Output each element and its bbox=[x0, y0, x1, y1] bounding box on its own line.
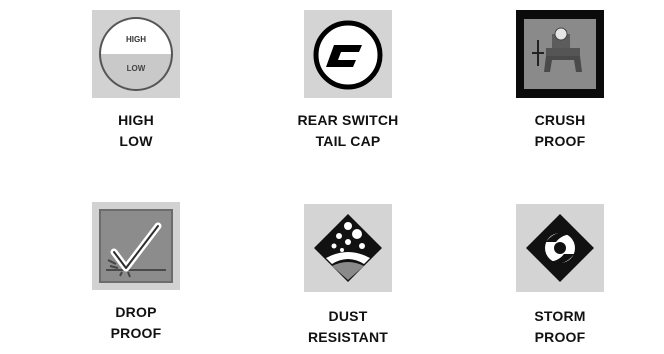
crush-proof-icon bbox=[516, 10, 604, 98]
label-line-1: DUST bbox=[328, 308, 368, 324]
drop-proof-tile bbox=[92, 202, 180, 290]
dust-resistant-tile bbox=[304, 204, 392, 292]
icon-high-text: HIGH bbox=[126, 35, 146, 44]
high-low-label: HIGH LOW bbox=[56, 110, 216, 152]
label-line-1: STORM bbox=[534, 308, 586, 324]
high-low-tile: HIGH LOW bbox=[92, 10, 180, 98]
rear-switch-label: REAR SWITCH TAIL CAP bbox=[268, 110, 428, 152]
storm-proof-icon bbox=[516, 204, 604, 292]
label-line-2: LOW bbox=[119, 133, 153, 149]
label-line-1: REAR SWITCH bbox=[297, 112, 399, 128]
dust-resistant-icon bbox=[304, 204, 392, 292]
icon-low-text: LOW bbox=[127, 64, 146, 73]
dust-resistant-label: DUST RESISTANT bbox=[268, 306, 428, 348]
label-line-1: HIGH bbox=[118, 112, 154, 128]
label-line-2: PROOF bbox=[534, 329, 586, 345]
label-line-2: TAIL CAP bbox=[315, 133, 381, 149]
crush-proof-label: CRUSH PROOF bbox=[480, 110, 640, 152]
drop-proof-label: DROP PROOF bbox=[56, 302, 216, 344]
label-line-2: RESISTANT bbox=[307, 329, 389, 345]
drop-proof-icon bbox=[92, 202, 180, 290]
rear-switch-tile bbox=[304, 10, 392, 98]
label-line-2: PROOF bbox=[110, 325, 162, 341]
storm-proof-label: STORM PROOF bbox=[480, 306, 640, 348]
high-low-mode-icon: HIGH LOW bbox=[92, 10, 180, 98]
rear-switch-icon bbox=[304, 10, 392, 98]
storm-proof-tile bbox=[516, 204, 604, 292]
label-line-2: PROOF bbox=[534, 133, 586, 149]
label-line-1: DROP bbox=[115, 304, 157, 320]
label-line-1: CRUSH bbox=[534, 112, 586, 128]
crush-proof-tile bbox=[516, 10, 604, 98]
